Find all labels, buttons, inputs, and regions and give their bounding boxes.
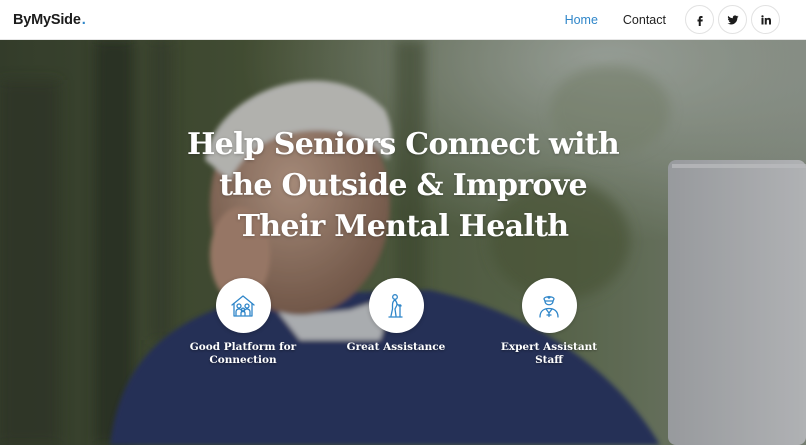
brand-logo[interactable]: ByMySide. <box>13 12 86 28</box>
feature-staff: Expert Assistant Staff <box>474 278 624 367</box>
feature-label: Great Assistance <box>346 341 446 353</box>
main-nav: Home Contact <box>565 5 780 34</box>
nav-link-home[interactable]: Home <box>565 13 598 27</box>
brand-dot: . <box>81 11 86 28</box>
facebook-button[interactable] <box>685 5 714 34</box>
linkedin-button[interactable] <box>751 5 780 34</box>
hero-headline: Help Seniors Connect with the Outside & … <box>103 124 703 247</box>
top-navbar: ByMySide. Home Contact <box>0 0 806 40</box>
facebook-icon <box>697 15 703 26</box>
nav-link-contact[interactable]: Contact <box>623 13 666 27</box>
feature-icon-circle <box>368 278 424 333</box>
twitter-button[interactable] <box>718 5 747 34</box>
hero-section: Help Seniors Connect with the Outside & … <box>0 40 806 445</box>
headline-line-3: Their Mental Health <box>237 209 569 244</box>
headline-line-2: the Outside & Improve <box>219 168 587 203</box>
feature-assistance: Great Assistance <box>321 278 471 354</box>
linkedin-icon <box>760 14 771 24</box>
walking-cane-icon <box>388 293 403 318</box>
headline-line-1: Help Seniors Connect with <box>187 127 620 162</box>
twitter-icon <box>727 14 738 24</box>
family-house-icon <box>231 294 255 317</box>
nurse-icon <box>539 295 559 318</box>
feature-icon-circle <box>521 278 577 333</box>
feature-label: Expert Assistant Staff <box>500 341 598 366</box>
brand-name: ByMySide <box>13 11 81 28</box>
feature-connection: Good Platform for Connection <box>168 278 318 367</box>
feature-label: Good Platform for Connection <box>189 341 297 366</box>
feature-icon-circle <box>215 278 271 333</box>
